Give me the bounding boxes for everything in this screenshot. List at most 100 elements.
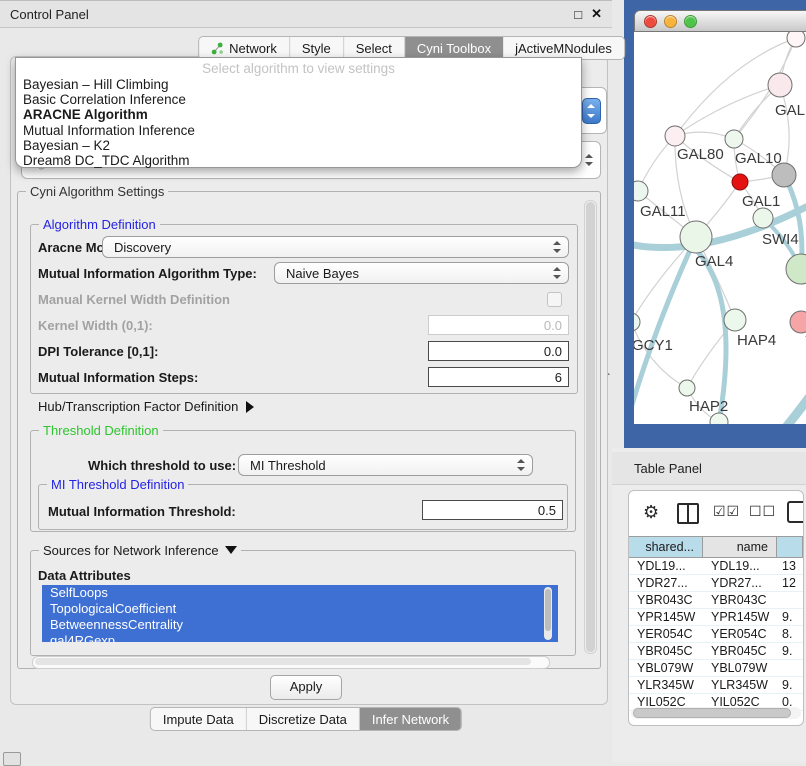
dpi-tolerance-field[interactable]: 0.0 (428, 341, 569, 361)
scrollbar-thumb[interactable] (586, 202, 595, 652)
algorithm-option[interactable]: Bayesian – Hill Climbing (16, 77, 581, 92)
tab-label: Impute Data (163, 712, 234, 727)
table-horizontal-scrollbar[interactable] (631, 707, 801, 719)
network-edge[interactable] (675, 85, 780, 136)
hub-definition-toggle[interactable]: Hub/Transcription Factor Definition (38, 399, 254, 414)
table-body: YDL19...YDL19...13YDR27...YDR27...12YBR0… (629, 558, 803, 711)
column-header[interactable] (777, 537, 803, 557)
cell-shared-name: YBR043C (629, 592, 703, 608)
node-swi4[interactable] (753, 208, 773, 228)
apply-button[interactable]: Apply (270, 675, 342, 700)
mi-steps-field[interactable]: 6 (428, 367, 569, 387)
node-gal-top[interactable] (768, 73, 792, 97)
table-row[interactable]: YPR145WYPR145W9. (629, 609, 803, 626)
attributes-vertical-scrollbar[interactable] (544, 587, 552, 640)
table-row[interactable]: YDR27...YDR27...12 (629, 575, 803, 592)
scrollbar-thumb[interactable] (35, 658, 531, 665)
tab-select[interactable]: Select (344, 37, 405, 59)
node-hap4[interactable] (724, 309, 746, 331)
algorithm-option[interactable]: Mutual Information Inference (16, 123, 581, 138)
attribute-item[interactable]: BetweennessCentrality (42, 617, 558, 633)
mi-threshold-field[interactable]: 0.5 (422, 500, 563, 520)
node-top[interactable] (787, 32, 805, 47)
node-hap4-label: HAP4 (737, 332, 776, 349)
table-row[interactable]: YBR043CYBR043C (629, 592, 803, 609)
tab-jactivemnodules[interactable]: jActiveMNodules (503, 37, 624, 59)
column-layout-icon[interactable] (677, 503, 699, 524)
table-header-row: shared...name (629, 536, 803, 558)
algorithm-option[interactable]: Basic Correlation Inference (16, 92, 581, 107)
tab-label: Style (302, 41, 331, 56)
network-canvas[interactable]: GALGAL80GAL10GAL1GAL11SWI4GAL4GCY1HAP4YH… (634, 32, 806, 424)
node-gal4-label: GAL4 (695, 253, 733, 270)
attribute-item[interactable]: gal4RGexp (42, 633, 558, 642)
table-row[interactable]: YLR345WYLR345W9. (629, 677, 803, 694)
float-window-icon[interactable]: □ (574, 7, 582, 22)
algorithm-option[interactable]: ARACNE Algorithm (16, 107, 581, 122)
deselect-all-checkboxes-icon[interactable]: ☐☐ (749, 503, 776, 520)
node-hap2[interactable] (679, 380, 695, 396)
network-edge[interactable] (746, 388, 806, 424)
settings-vertical-scrollbar[interactable] (584, 200, 597, 654)
which-threshold-label: Which threshold to use: (88, 458, 236, 473)
mi-type-combobox[interactable]: Naive Bayes (274, 262, 569, 284)
scrollbar-thumb[interactable] (633, 708, 791, 718)
node-gcy1[interactable] (634, 313, 640, 331)
node-gal4[interactable] (680, 221, 712, 253)
mi-type-value: Naive Bayes (286, 266, 359, 281)
node-salmon[interactable] (790, 311, 806, 333)
kernel-width-field[interactable]: 0.0 (428, 315, 569, 335)
attribute-item[interactable]: SelfLoops (42, 585, 558, 601)
tab-cyni-toolbox[interactable]: Cyni Toolbox (405, 37, 503, 59)
zoom-traffic-light[interactable] (684, 15, 697, 28)
node-gal80[interactable] (665, 126, 685, 146)
which-threshold-combobox[interactable]: MI Threshold (238, 454, 533, 476)
close-window-icon[interactable]: ✕ (591, 6, 602, 22)
table-row[interactable]: YDL19...YDL19...13 (629, 558, 803, 575)
cell-shared-name: YBR045C (629, 643, 703, 659)
combobox-stepper-button[interactable] (582, 98, 601, 124)
manual-kernel-checkbox[interactable] (547, 292, 562, 307)
node-table: ⚙ ☑☑ ☐☐ shared...name YDL19...YDL19...13… (628, 490, 804, 726)
cell-name: YBR045C (703, 643, 777, 659)
sources-group-toggle[interactable]: Sources for Network Inference (39, 543, 241, 558)
mi-type-label: Mutual Information Algorithm Type: (38, 266, 257, 281)
tab-style[interactable]: Style (290, 37, 344, 59)
cell-name: YDL19... (703, 558, 777, 574)
algorithm-definition-title: Algorithm Definition (39, 217, 160, 232)
tab-network[interactable]: Network (199, 37, 290, 59)
select-all-checkboxes-icon[interactable]: ☑☑ (713, 503, 740, 520)
control-panel-titlebar: Control Panel □ ✕ (0, 0, 612, 28)
gear-icon[interactable]: ⚙ (643, 502, 659, 522)
control-panel-title: Control Panel (0, 7, 89, 22)
table-options-icon[interactable] (787, 501, 804, 523)
aracne-mode-combobox[interactable]: Discovery (102, 236, 569, 258)
algorithm-option[interactable]: Dream8 DC_TDC Algorithm (16, 153, 581, 168)
node-gal10[interactable] (725, 130, 743, 148)
column-header[interactable]: shared... (629, 537, 703, 557)
node-big-green[interactable] (786, 254, 806, 284)
table-row[interactable]: YBR045CYBR045C9. (629, 643, 803, 660)
close-traffic-light[interactable] (644, 15, 657, 28)
attributes-horizontal-scrollbar[interactable] (32, 656, 550, 669)
table-row[interactable]: YBL079WYBL079W (629, 660, 803, 677)
tab-impute-data[interactable]: Impute Data (151, 708, 247, 730)
algorithm-option[interactable]: Bayesian – K2 (16, 138, 581, 153)
cell-shared-name: YDL19... (629, 558, 703, 574)
cell-value: 13 (777, 558, 803, 574)
dock-icon[interactable] (3, 752, 21, 766)
data-attributes-list[interactable]: SelfLoopsTopologicalCoefficientBetweenne… (42, 585, 558, 642)
spinner-icon (585, 154, 593, 166)
node-gal1[interactable] (732, 174, 748, 190)
attribute-item[interactable]: TopologicalCoefficient (42, 601, 558, 617)
table-row[interactable]: YER054CYER054C8. (629, 626, 803, 643)
mi-steps-label: Mutual Information Steps: (38, 370, 198, 385)
cell-shared-name: YPR145W (629, 609, 703, 625)
column-header[interactable]: name (703, 537, 777, 557)
minimize-traffic-light[interactable] (664, 15, 677, 28)
network-window-titlebar[interactable] (634, 10, 806, 32)
scrollbar-thumb[interactable] (545, 589, 551, 631)
tab-label: Discretize Data (259, 712, 347, 727)
tab-infer-network[interactable]: Infer Network (360, 708, 461, 730)
tab-discretize-data[interactable]: Discretize Data (247, 708, 360, 730)
